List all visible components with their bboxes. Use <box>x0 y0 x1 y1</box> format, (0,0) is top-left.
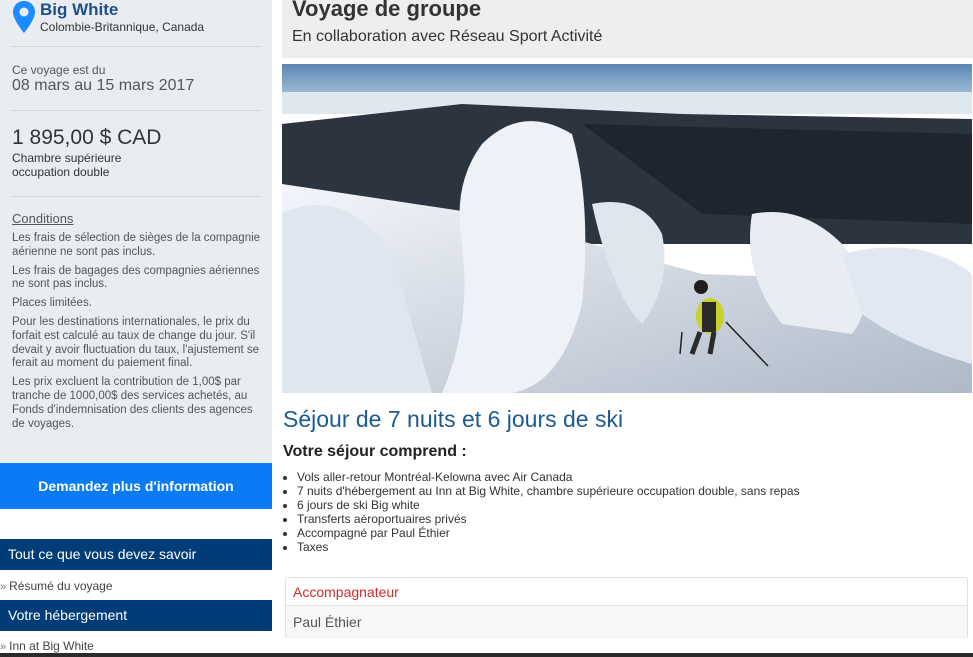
includes-heading: Votre séjour comprend : <box>283 443 467 460</box>
map-pin-icon <box>13 1 35 33</box>
chevron-right-icon: » <box>0 581 7 593</box>
nav-item-trip-summary[interactable]: » Résumé du voyage <box>0 573 272 599</box>
page-title: Voyage de groupe <box>292 0 482 21</box>
price: 1 895,00 $ CAD <box>12 126 162 149</box>
condition-item: Les frais de sélection de sièges de la c… <box>12 232 261 258</box>
condition-item: Les prix excluent la contribution de 1,0… <box>12 376 253 430</box>
room-occupancy-line: occupation double <box>12 165 110 179</box>
list-item: Transferts aéroportuaires privés <box>297 512 800 526</box>
condition-item: Les frais de bagages des compagnies aéri… <box>12 264 260 291</box>
list-item: Taxes <box>297 540 800 554</box>
room-type: Chambre supérieure occupation double <box>12 151 212 179</box>
conditions-list: Les frais de sélection de sièges de la c… <box>12 232 262 436</box>
divider <box>10 110 262 111</box>
guide-panel: Accompagnateur Paul Éthier <box>285 577 968 639</box>
page-subtitle: En collaboration avec Réseau Sport Activ… <box>292 28 603 45</box>
location-block: Big White Colombie-Britannique, Canada <box>8 0 264 46</box>
condition-item: Places limitées. <box>12 297 92 310</box>
hero-ski-photo <box>282 64 972 393</box>
conditions-link[interactable]: Conditions <box>12 211 73 226</box>
nav-item-label: Résumé du voyage <box>9 579 113 593</box>
nav-section-info[interactable]: Tout ce que vous devez savoir <box>0 539 272 570</box>
trip-dates: 08 mars au 15 mars 2017 <box>12 77 195 94</box>
ski-landscape-photo <box>282 64 972 393</box>
destination-name: Big White <box>40 0 119 19</box>
includes-list: Vols aller-retour Montréal-Kelowna avec … <box>297 470 800 554</box>
guide-name: Paul Éthier <box>286 606 967 639</box>
list-item: Vols aller-retour Montréal-Kelowna avec … <box>297 470 800 484</box>
trip-summary-panel: Big White Colombie-Britannique, Canada C… <box>0 0 272 463</box>
room-type-line: Chambre supérieure <box>12 151 122 165</box>
condition-item: Pour les destinations internationales, l… <box>12 315 260 370</box>
list-item: 6 jours de ski Big white <box>297 498 800 512</box>
stay-title: Séjour de 7 nuits et 6 jours de ski <box>283 406 624 432</box>
nav-item-label: Inn at Big White <box>9 639 94 653</box>
list-item: Accompagné par Paul Éthier <box>297 526 800 540</box>
chevron-right-icon: » <box>0 641 7 653</box>
destination-region: Colombie-Britannique, Canada <box>40 20 205 34</box>
guide-heading: Accompagnateur <box>286 578 967 606</box>
nav-section-lodging[interactable]: Votre hébergement <box>0 600 272 631</box>
list-item: 7 nuits d'hébergement au Inn at Big Whit… <box>297 484 800 498</box>
divider <box>10 196 262 197</box>
trip-dates-label: Ce voyage est du <box>12 63 106 77</box>
request-info-button[interactable]: Demandez plus d'information <box>0 463 272 509</box>
sidebar: Big White Colombie-Britannique, Canada C… <box>0 0 272 657</box>
divider <box>10 46 262 47</box>
page-header: Voyage de groupe En collaboration avec R… <box>282 0 973 58</box>
bottom-divider <box>0 653 973 657</box>
